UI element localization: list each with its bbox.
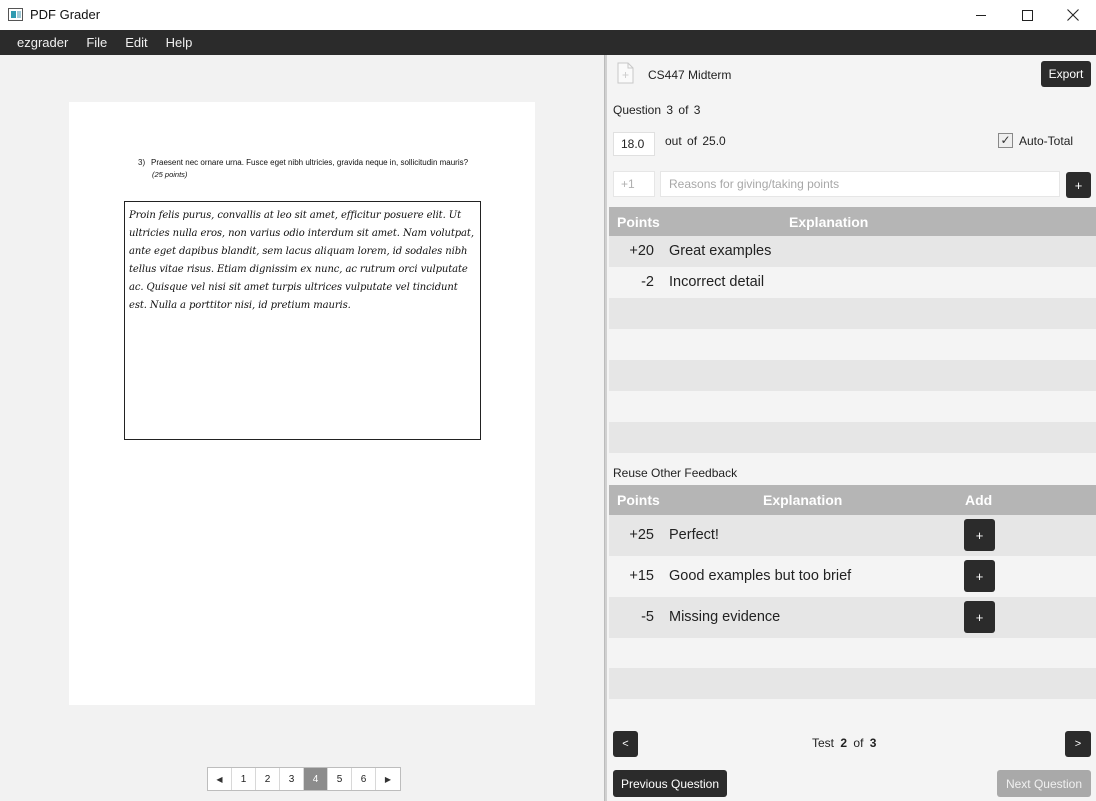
reuse-points-header: Points [617, 492, 660, 508]
out-of-label: out of 25.0 [665, 134, 726, 148]
question-text: Praesent nec ornare urna. Fusce eget nib… [151, 158, 469, 167]
auto-total-checkbox[interactable]: ✓ [998, 133, 1013, 148]
app-icon [8, 8, 23, 21]
feedback-row[interactable]: +20 Great examples [609, 236, 1096, 267]
next-test-button[interactable]: > [1065, 731, 1091, 757]
page-button-2[interactable]: 2 [256, 768, 280, 790]
points-input[interactable]: +1 [613, 171, 655, 197]
page-button-5[interactable]: 5 [328, 768, 352, 790]
next-question-button[interactable]: Next Question [997, 770, 1091, 797]
empty-row [609, 391, 1096, 422]
pdf-page: 3) Praesent nec ornare urna. Fusce eget … [69, 102, 535, 705]
page-button-1[interactable]: 1 [232, 768, 256, 790]
menu-bar: ezgrader File Edit Help [0, 30, 1096, 55]
minimize-icon[interactable] [958, 0, 1004, 30]
title-bar: PDF Grader [0, 0, 1096, 30]
auto-total-label: Auto-Total [1019, 134, 1074, 148]
menu-edit[interactable]: Edit [116, 30, 156, 55]
question-counter: Question 3 of 3 [613, 103, 701, 117]
page-button-3[interactable]: 3 [280, 768, 304, 790]
score-input[interactable]: 18.0 [613, 132, 655, 156]
empty-row [609, 298, 1096, 329]
export-button[interactable]: Export [1041, 61, 1091, 87]
page-button-4[interactable]: 4 [304, 768, 328, 790]
feedback-table-header: Points Explanation [609, 207, 1096, 237]
window-title: PDF Grader [30, 7, 101, 22]
reuse-feedback-label: Reuse Other Feedback [613, 466, 738, 480]
page-navigator: ◀ 1 2 3 4 5 6 ▶ [207, 767, 401, 791]
maximize-icon[interactable] [1004, 0, 1050, 30]
empty-row [609, 668, 1096, 699]
reuse-add-button[interactable]: + [964, 560, 995, 592]
page-button-6[interactable]: 6 [352, 768, 376, 790]
reason-input[interactable]: Reasons for giving/taking points [660, 171, 1060, 197]
prev-page-icon[interactable]: ◀ [208, 768, 232, 790]
empty-row [609, 638, 1096, 669]
menu-file[interactable]: File [77, 30, 116, 55]
document-icon [617, 62, 634, 84]
exam-title: CS447 Midterm [648, 68, 732, 82]
test-counter: Test 2 of 3 [812, 736, 877, 750]
reuse-table-header: Points Explanation Add [609, 485, 1096, 515]
menu-help[interactable]: Help [157, 30, 202, 55]
question-number: 3) [138, 158, 146, 167]
prev-test-button[interactable]: < [613, 731, 638, 757]
answer-box: Proin felis purus, convallis at leo sit … [124, 201, 481, 440]
previous-question-button[interactable]: Previous Question [613, 770, 727, 797]
reuse-add-button[interactable]: + [964, 601, 995, 633]
empty-row [609, 360, 1096, 391]
reuse-row: +15 Good examples but too brief + [609, 556, 1096, 597]
document-viewer[interactable]: 3) Praesent nec ornare urna. Fusce eget … [0, 55, 604, 801]
reuse-row: +25 Perfect! + [609, 515, 1096, 556]
empty-row [609, 329, 1096, 360]
menu-ezgrader[interactable]: ezgrader [8, 30, 77, 55]
points-header: Points [617, 214, 660, 230]
reuse-add-button[interactable]: + [964, 519, 995, 551]
empty-row [609, 422, 1096, 453]
explanation-header: Explanation [789, 214, 869, 230]
reuse-add-header: Add [965, 492, 993, 508]
feedback-row[interactable]: -2 Incorrect detail [609, 267, 1096, 298]
grading-panel: CS447 Midterm Export Question 3 of 3 18.… [607, 55, 1096, 801]
next-page-icon[interactable]: ▶ [376, 768, 400, 790]
question-points: (25 points) [152, 170, 188, 179]
reuse-row: -5 Missing evidence + [609, 597, 1096, 638]
reuse-explanation-header: Explanation [763, 492, 843, 508]
close-icon[interactable] [1050, 0, 1096, 30]
add-feedback-button[interactable]: + [1066, 172, 1091, 198]
